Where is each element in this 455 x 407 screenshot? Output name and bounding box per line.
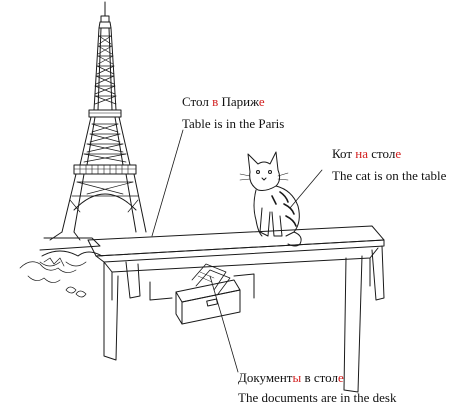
illustration-canvas: Стол в Париже Table is in the Paris Кот … bbox=[0, 0, 455, 407]
label-cat-on-table-ru: Кот на столе bbox=[332, 146, 446, 162]
label-table-in-paris: Стол в Париже Table is in the Paris bbox=[182, 94, 284, 132]
label-cat-on-table: Кот на столе The cat is on the table bbox=[332, 146, 446, 184]
label-documents-in-desk-en: The documents are in the desk bbox=[238, 390, 397, 405]
label-cat-on-table-en: The cat is on the table bbox=[332, 168, 447, 183]
ru-ending-e: е bbox=[258, 94, 265, 109]
ru-word-cat: Кот bbox=[332, 146, 356, 161]
ru-word-table: Стол bbox=[182, 94, 213, 109]
ru-ending-e: е bbox=[395, 146, 402, 161]
label-table-in-paris-ru: Стол в Париже bbox=[182, 94, 284, 110]
label-documents-in-desk: Документы в столе The documents are in t… bbox=[238, 370, 396, 406]
ru-ending-e: е bbox=[337, 370, 344, 385]
label-table-in-paris-en: Table is in the Paris bbox=[182, 116, 285, 131]
drawer bbox=[175, 279, 241, 325]
ru-preposition-na: на bbox=[355, 146, 369, 161]
ru-word-documents-stem: Документ bbox=[238, 370, 293, 385]
table bbox=[87, 225, 385, 393]
eiffel-tower bbox=[19, 1, 147, 298]
line-drawing bbox=[19, 1, 385, 393]
ru-word-paris-stem: Париж bbox=[218, 94, 259, 109]
ru-word-table-stem: стол bbox=[368, 146, 396, 161]
label-documents-in-desk-ru: Документы в столе bbox=[238, 370, 396, 386]
ru-phrase-in-desk-stem: в стол bbox=[301, 370, 338, 385]
ru-ending-y: ы bbox=[292, 370, 302, 385]
